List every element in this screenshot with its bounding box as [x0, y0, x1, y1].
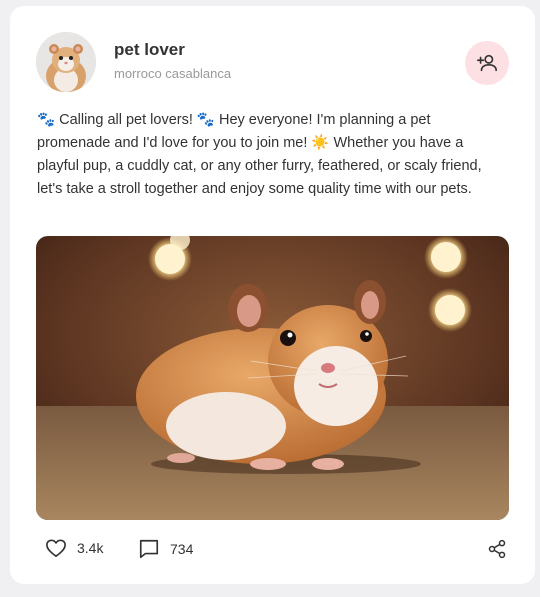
author-location: morroco casablanca — [114, 66, 232, 81]
follow-button[interactable] — [465, 41, 509, 85]
add-person-icon — [477, 54, 497, 72]
author-name[interactable]: pet lover — [114, 40, 185, 60]
post-text: 🐾 Calling all pet lovers! 🐾 Hey everyone… — [37, 109, 507, 201]
post-actions: 3.4k 734 — [36, 538, 509, 562]
hamster-photo — [36, 236, 509, 520]
like-count: 3.4k — [77, 540, 104, 556]
post-card: pet lover morroco casablanca 🐾 Calling a… — [10, 6, 535, 584]
comment-count: 734 — [170, 541, 194, 557]
comment-button[interactable]: 734 — [138, 538, 193, 560]
sun-icon: ☀️ — [311, 135, 330, 151]
comment-icon — [139, 539, 159, 559]
hamster-avatar-icon — [36, 32, 96, 92]
heart-icon — [46, 539, 66, 557]
author-avatar[interactable] — [36, 32, 96, 92]
post-image[interactable] — [36, 236, 509, 520]
paw-icon: 🐾 — [37, 112, 56, 128]
paw-icon: 🐾 — [196, 112, 215, 128]
share-icon — [488, 539, 506, 559]
like-button[interactable]: 3.4k — [45, 538, 103, 558]
share-button[interactable] — [487, 538, 507, 560]
post-text-part-1: Calling all pet lovers! — [55, 112, 197, 128]
